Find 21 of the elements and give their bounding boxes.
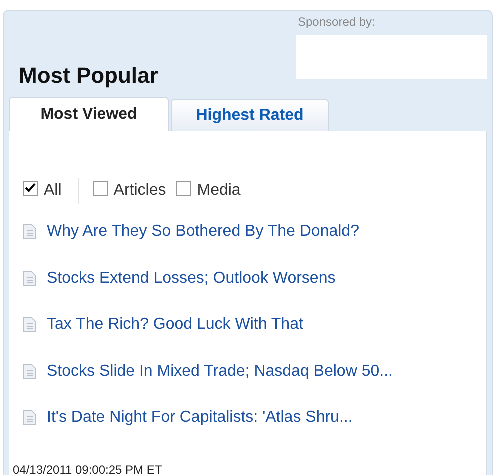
story-link[interactable]: Why Are They So Bothered By The Donald? (23, 209, 486, 256)
story-link[interactable]: Stocks Extend Losses; Outlook Worsens (23, 256, 486, 302)
document-icon (23, 270, 37, 287)
tab[interactable]: Highest Rated (171, 99, 329, 131)
sponsor-label: Sponsored by: (297, 15, 376, 31)
filter-label: All (44, 182, 62, 200)
checkbox[interactable] (92, 180, 108, 196)
checkbox[interactable] (176, 180, 192, 196)
document-icon (23, 410, 37, 426)
document-icon (23, 364, 37, 380)
checkbox[interactable] (23, 180, 38, 196)
filter-label: Articles (114, 182, 166, 200)
tab[interactable]: Most Viewed (9, 97, 169, 131)
document-icon (23, 224, 37, 240)
timestamp: 04/13/2011 09:00:25 PM ET (13, 463, 164, 475)
panel-title: Most Popular (18, 63, 158, 90)
story-link[interactable]: It's Date Night For Capitalists: 'Atlas Shru... (23, 395, 486, 442)
document-icon (23, 317, 37, 334)
story-link[interactable]: Tax The Rich? Good Luck With That (23, 302, 486, 348)
filter-label: Media (197, 182, 241, 200)
story-link[interactable]: Stocks Slide In Mixed Trade; Nasdaq Below 50... (23, 348, 486, 395)
